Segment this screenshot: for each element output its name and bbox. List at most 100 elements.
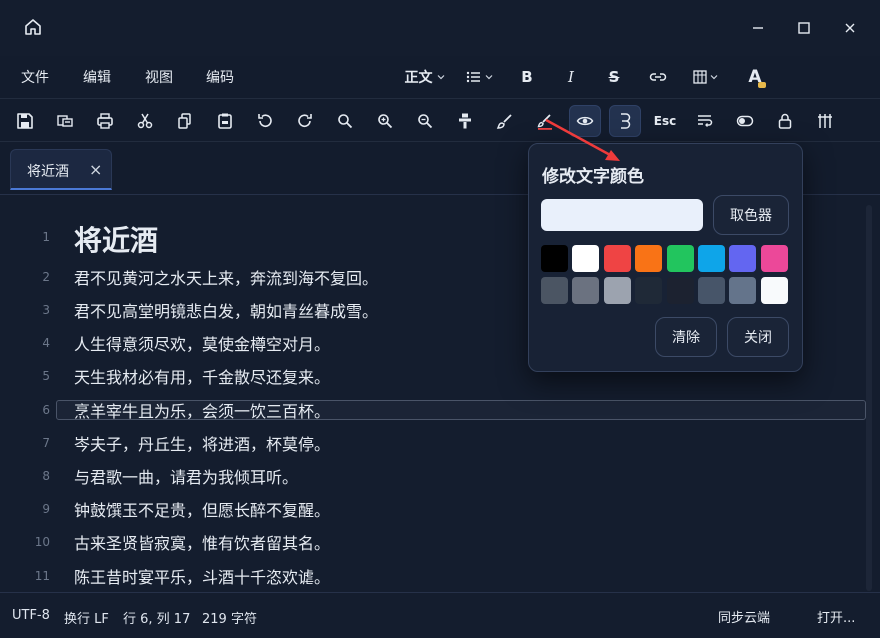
paste-icon	[218, 113, 232, 129]
color-swatch[interactable]	[603, 245, 631, 272]
color-swatch[interactable]	[603, 277, 631, 304]
italic-button[interactable]: I	[558, 64, 584, 90]
bracket-icon	[621, 113, 631, 129]
color-swatch[interactable]	[729, 277, 757, 304]
line-number: 4	[42, 336, 50, 350]
eye-icon	[576, 116, 594, 126]
table-dropdown[interactable]	[689, 64, 723, 90]
color-swatch[interactable]	[729, 245, 757, 272]
color-swatch[interactable]	[541, 245, 568, 272]
paste-button[interactable]	[209, 105, 241, 137]
esc-button[interactable]: Esc	[649, 105, 681, 137]
color-picker-button[interactable]: 取色器	[713, 195, 789, 235]
save-as-button[interactable]	[49, 105, 81, 137]
wrap-icon	[698, 115, 713, 127]
text-line: 天生我材必有用，千金散尽还复来。	[74, 368, 331, 387]
table-icon	[693, 70, 707, 84]
color-swatch[interactable]	[666, 277, 694, 304]
copy-icon	[178, 113, 191, 129]
color-swatch[interactable]	[572, 245, 600, 272]
link-icon	[649, 73, 667, 81]
tab-document[interactable]: 将近酒 ×	[10, 149, 112, 190]
print-button[interactable]	[89, 105, 121, 137]
text-line: 钟鼓馔玉不足贵，但愿长醉不复醒。	[74, 501, 331, 520]
list-dropdown[interactable]	[463, 64, 497, 90]
zoom-in-button[interactable]	[369, 105, 401, 137]
copy-button[interactable]	[169, 105, 201, 137]
text-line: 君不见高堂明镜悲白发，朝如青丝暮成雪。	[74, 302, 379, 321]
print-icon	[97, 113, 113, 129]
text-line: 岑夫子，丹丘生，将进酒，杯莫停。	[74, 435, 331, 454]
chevron-down-icon	[437, 75, 444, 80]
format-painter-button[interactable]	[449, 105, 481, 137]
save-button[interactable]	[9, 105, 41, 137]
line-number: 2	[42, 270, 50, 284]
lock-icon	[778, 113, 792, 129]
color-swatch[interactable]	[666, 245, 694, 272]
line-ending-status[interactable]: 换行 LF	[64, 608, 109, 627]
color-swatch[interactable]	[760, 277, 788, 304]
close-window-button[interactable]	[836, 14, 864, 42]
menu-encoding[interactable]: 编码	[206, 67, 234, 87]
document-heading: 将近酒	[74, 224, 159, 257]
color-swatch[interactable]	[572, 277, 600, 304]
color-swatch[interactable]	[635, 277, 663, 304]
minimize-button[interactable]	[744, 14, 772, 42]
cut-button[interactable]	[129, 105, 161, 137]
menu-edit[interactable]: 编辑	[83, 67, 111, 87]
link-button[interactable]	[644, 64, 672, 90]
close-popup-button[interactable]: 关闭	[727, 317, 789, 357]
lock-button[interactable]	[769, 105, 801, 137]
undo-button[interactable]	[249, 105, 281, 137]
text-color-button[interactable]	[529, 105, 561, 137]
columns-button[interactable]	[809, 105, 841, 137]
list-icon	[466, 71, 480, 83]
color-swatch[interactable]	[698, 245, 725, 272]
wrap-button[interactable]	[689, 105, 721, 137]
clear-color-button[interactable]: 清除	[655, 317, 717, 357]
chevron-down-icon	[710, 75, 718, 80]
line-number: 10	[34, 535, 50, 549]
color-value-input[interactable]	[541, 199, 703, 231]
menu-view[interactable]: 视图	[145, 67, 173, 87]
text-line: 烹羊宰牛且为乐，会须一饮三百杯。	[74, 402, 331, 421]
text-color-popup: 修改文字颜色 取色器 清除 关闭	[528, 143, 803, 372]
toggle-button[interactable]	[729, 105, 761, 137]
menu-file[interactable]: 文件	[21, 67, 49, 87]
line-number: 5	[42, 369, 50, 383]
chevron-down-icon	[485, 75, 493, 80]
paragraph-style-dropdown[interactable]: 正文	[400, 64, 450, 90]
color-swatch[interactable]	[541, 277, 568, 304]
encoding-status[interactable]: UTF-8	[12, 608, 50, 623]
zoom-out-button[interactable]	[409, 105, 441, 137]
font-color-button[interactable]: A	[742, 64, 768, 90]
brush-button[interactable]	[489, 105, 521, 137]
preview-button[interactable]	[569, 105, 601, 137]
toolbar: Esc	[0, 98, 880, 142]
zoom-in-icon	[378, 114, 393, 129]
text-color-icon	[537, 114, 552, 130]
bracket-button[interactable]	[609, 105, 641, 137]
vertical-scrollbar[interactable]	[866, 205, 872, 591]
color-swatch[interactable]	[760, 245, 788, 272]
maximize-button[interactable]	[790, 14, 818, 42]
esc-icon: Esc	[653, 114, 677, 128]
open-file-button[interactable]: 打开...	[817, 601, 855, 631]
color-swatch[interactable]	[635, 245, 663, 272]
save-as-icon	[57, 115, 73, 127]
color-swatch[interactable]	[698, 277, 725, 304]
columns-icon	[818, 114, 832, 128]
redo-button[interactable]	[289, 105, 321, 137]
strikethrough-button[interactable]: S	[601, 64, 627, 90]
close-icon[interactable]: ×	[89, 160, 102, 179]
line-number: 7	[42, 436, 50, 450]
search-button[interactable]	[329, 105, 361, 137]
home-icon[interactable]	[24, 18, 42, 36]
save-icon	[17, 113, 33, 129]
line-number: 9	[42, 502, 50, 516]
bold-button[interactable]: B	[514, 64, 540, 90]
sync-cloud-button[interactable]: 同步云端	[718, 601, 770, 631]
line-number: 3	[42, 303, 50, 317]
text-line: 君不见黄河之水天上来，奔流到海不复回。	[74, 269, 379, 288]
line-number: 6	[42, 403, 50, 417]
